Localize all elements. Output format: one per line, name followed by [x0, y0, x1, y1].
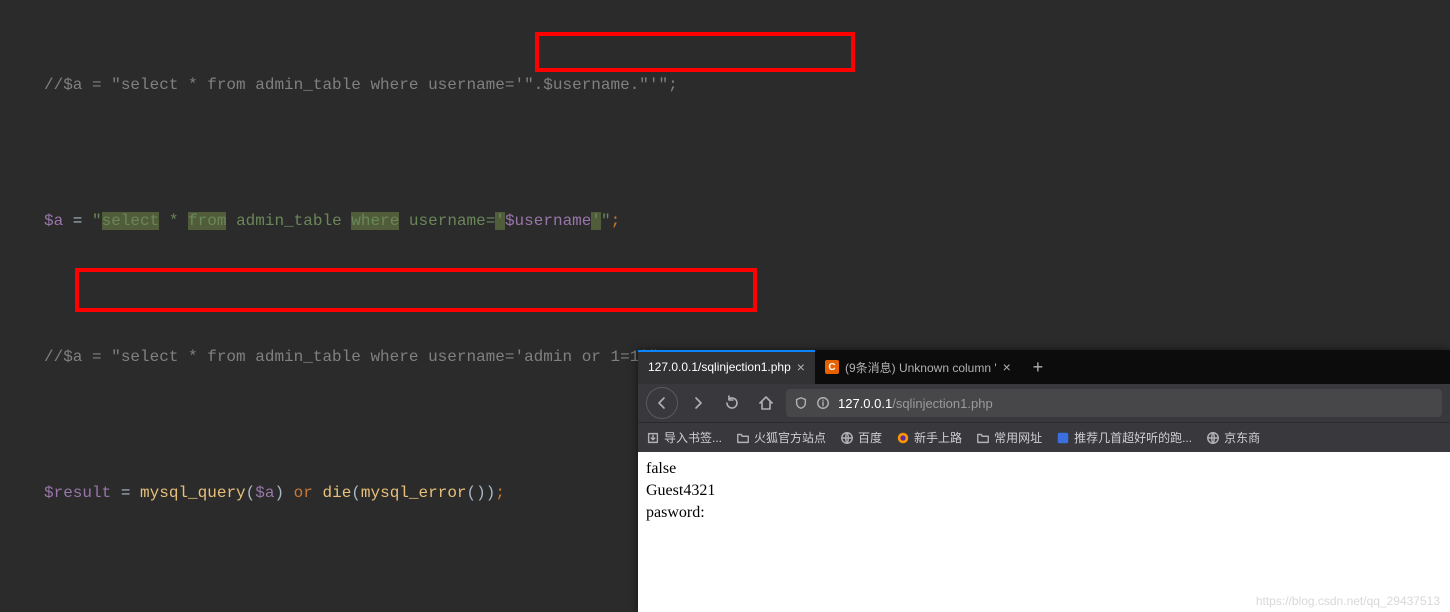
watermark: https://blog.csdn.net/qq_29437513 [1256, 594, 1440, 608]
code-semi: ; [611, 212, 621, 230]
code-str [226, 212, 236, 230]
code-str: " [92, 212, 102, 230]
bookmark-label: 火狐官方站点 [754, 429, 826, 446]
bookmark-label: 推荐几首超好听的跑... [1074, 429, 1192, 446]
tab-favicon-icon: C [825, 360, 839, 374]
bookmark-label: 百度 [858, 429, 882, 446]
code-sql-kw: where [351, 212, 399, 230]
bookmark-label: 新手上路 [914, 429, 962, 446]
folder-icon [736, 431, 750, 445]
url-text: 127.0.0.1/sqlinjection1.php [838, 396, 993, 411]
code-paren: ) [486, 484, 496, 502]
code-paren: () [467, 484, 486, 502]
code-str: admin_table [236, 212, 342, 230]
bookmark-item[interactable]: 火狐官方站点 [736, 429, 826, 446]
reload-icon [724, 395, 740, 411]
bookmark-label: 常用网址 [994, 429, 1042, 446]
code-var: $username [505, 212, 591, 230]
code-str: " [601, 212, 611, 230]
browser-window: 127.0.0.1/sqlinjection1.php × C (9条消息) U… [638, 350, 1450, 612]
code-str: username= [409, 212, 495, 230]
code-sql-kw: from [188, 212, 226, 230]
close-icon[interactable]: × [797, 359, 805, 375]
arrow-right-icon [690, 395, 706, 411]
folder-icon [976, 431, 990, 445]
code-kw: or [294, 484, 313, 502]
tab-label: 127.0.0.1/sqlinjection1.php [648, 360, 791, 374]
code-semi: ; [495, 484, 505, 502]
import-icon [646, 431, 660, 445]
code-op: = [63, 212, 92, 230]
code-str: ' [495, 212, 505, 230]
bookmark-item[interactable]: 推荐几首超好听的跑... [1056, 429, 1192, 446]
code-var: $a [44, 212, 63, 230]
code-op: = [111, 484, 140, 502]
bookmarks-bar: 导入书签... 火狐官方站点 百度 新手上路 常用网址 推荐几首超好听的跑...… [638, 422, 1450, 452]
firefox-icon [896, 431, 910, 445]
code-paren: ( [246, 484, 256, 502]
code-line: $a = "select * from admin_table where us… [44, 204, 1450, 238]
tab-other[interactable]: C (9条消息) Unknown column ' × [815, 350, 1021, 384]
code-line: //$a = "select * from admin_table where … [44, 68, 1450, 102]
bookmark-item[interactable]: 新手上路 [896, 429, 962, 446]
globe-icon [1206, 431, 1220, 445]
code-str [342, 212, 352, 230]
bookmark-item[interactable]: 百度 [840, 429, 882, 446]
page-content: false Guest4321 pasword: [638, 452, 1450, 530]
back-button[interactable] [646, 387, 678, 419]
code-str [399, 212, 409, 230]
bookmark-label: 京东商 [1224, 429, 1260, 446]
tab-label: (9条消息) Unknown column ' [845, 359, 997, 376]
tab-bar: 127.0.0.1/sqlinjection1.php × C (9条消息) U… [638, 350, 1450, 384]
page-line: Guest4321 [646, 480, 1442, 502]
music-icon [1056, 431, 1070, 445]
new-tab-button[interactable]: + [1021, 350, 1055, 384]
info-icon [816, 396, 830, 410]
code-func: mysql_error [361, 484, 467, 502]
bookmark-item[interactable]: 京东商 [1206, 429, 1260, 446]
url-host: 127.0.0.1 [838, 396, 892, 411]
code-func: mysql_query [140, 484, 246, 502]
code-var: $result [44, 484, 111, 502]
bookmark-import[interactable]: 导入书签... [646, 429, 722, 446]
bookmark-item[interactable]: 常用网址 [976, 429, 1042, 446]
home-icon [758, 395, 774, 411]
url-bar[interactable]: 127.0.0.1/sqlinjection1.php [786, 389, 1442, 417]
page-line: pasword: [646, 502, 1442, 524]
reload-button[interactable] [718, 389, 746, 417]
code-paren: ( [351, 484, 361, 502]
forward-button[interactable] [684, 389, 712, 417]
code-comment: //$a = "select * from admin_table where … [44, 348, 659, 366]
code-var: $a [255, 484, 274, 502]
shield-icon [794, 396, 808, 410]
code-str: * [159, 212, 188, 230]
code-paren: ) [274, 484, 293, 502]
code-func: die [322, 484, 351, 502]
home-button[interactable] [752, 389, 780, 417]
url-path: /sqlinjection1.php [892, 396, 992, 411]
code-str: ' [591, 212, 601, 230]
bookmark-label: 导入书签... [664, 429, 722, 446]
arrow-left-icon [654, 395, 670, 411]
tab-active[interactable]: 127.0.0.1/sqlinjection1.php × [638, 350, 815, 384]
nav-bar: 127.0.0.1/sqlinjection1.php [638, 384, 1450, 422]
globe-icon [840, 431, 854, 445]
code-sql-kw: select [102, 212, 160, 230]
page-line: false [646, 458, 1442, 480]
close-icon[interactable]: × [1003, 359, 1011, 375]
code-comment: //$a = "select * from admin_table where … [44, 76, 678, 94]
